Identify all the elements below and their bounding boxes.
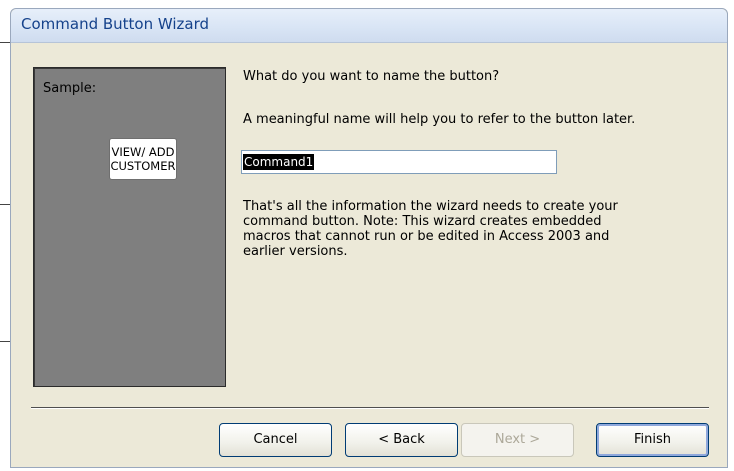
info-text: That's all the information the wizard ne…: [243, 199, 683, 259]
sample-button-text-line1: VIEW/ ADD: [111, 145, 175, 159]
background-edge-mark: [0, 42, 10, 43]
sample-label: Sample:: [43, 81, 97, 96]
background-edge-mark: [0, 204, 10, 205]
info-line: earlier versions.: [243, 244, 348, 259]
window-title: Command Button Wizard: [21, 15, 210, 33]
name-hint: A meaningful name will help you to refer…: [243, 112, 636, 127]
cancel-button[interactable]: Cancel: [219, 423, 332, 457]
sample-preview-panel: Sample: VIEW/ ADD CUSTOMER: [33, 67, 226, 387]
footer-separator: [31, 407, 709, 409]
name-question: What do you want to name the button?: [243, 69, 500, 84]
button-name-value: Command1: [243, 154, 315, 170]
finish-button[interactable]: Finish: [596, 423, 709, 457]
info-line: That's all the information the wizard ne…: [243, 199, 618, 214]
back-button[interactable]: < Back: [345, 423, 458, 457]
info-line: command button. Note: This wizard create…: [243, 214, 602, 229]
next-button[interactable]: Next >: [461, 423, 574, 457]
sample-button-text-line2: CUSTOMER: [110, 159, 176, 173]
button-name-input[interactable]: Command1: [241, 150, 557, 174]
wizard-dialog: Command Button Wizard Sample: VIEW/ ADD …: [10, 8, 728, 468]
sample-button-preview: VIEW/ ADD CUSTOMER: [109, 138, 177, 180]
background-edge-mark: [0, 341, 10, 342]
info-line: macros that cannot run or be edited in A…: [243, 229, 610, 244]
title-bar[interactable]: Command Button Wizard: [11, 9, 727, 43]
